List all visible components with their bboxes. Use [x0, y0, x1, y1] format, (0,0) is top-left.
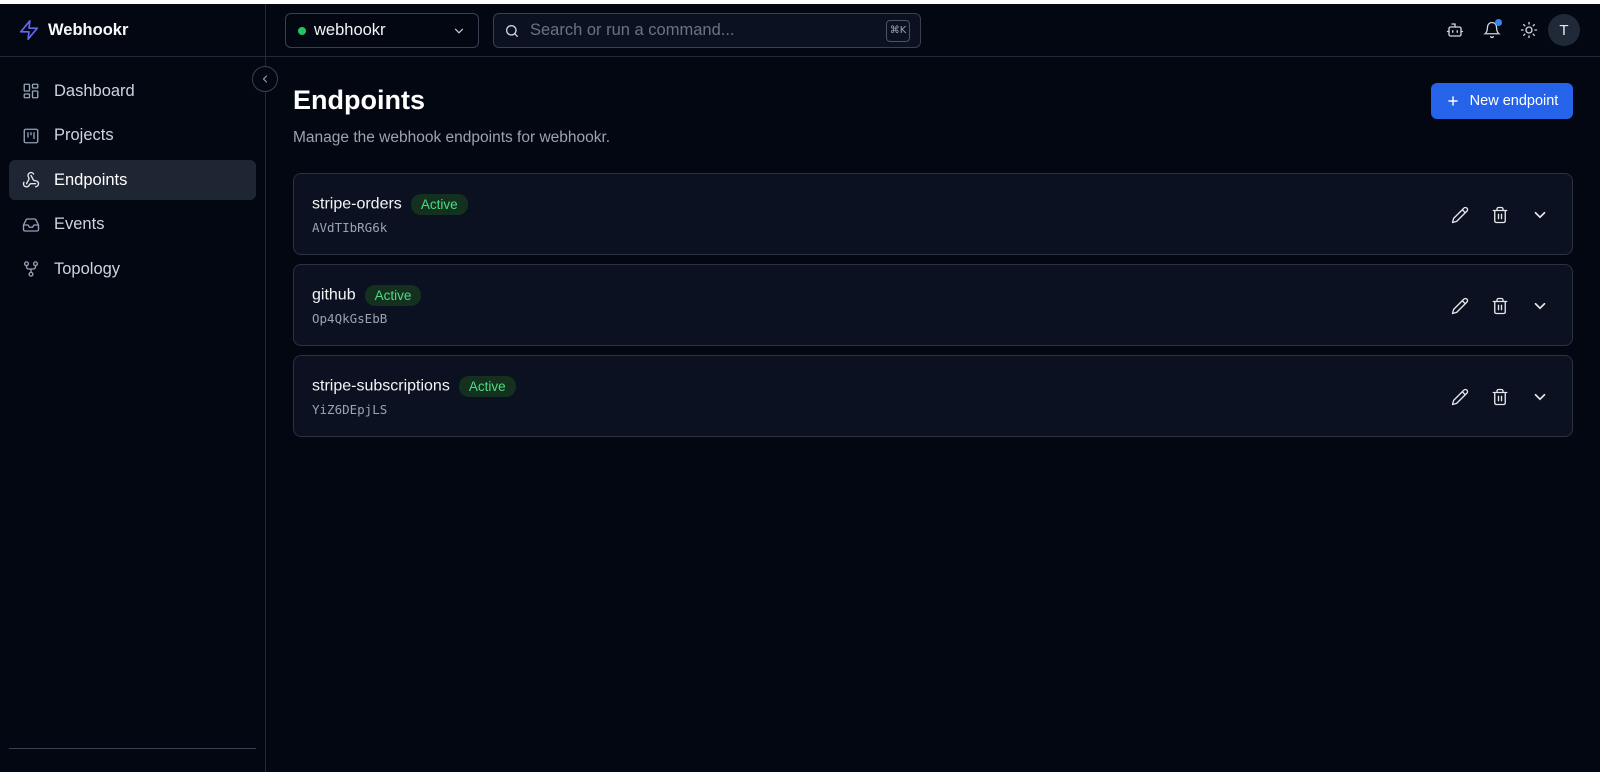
- sidebar-item-label: Events: [54, 215, 105, 233]
- kanban-icon: [23, 128, 39, 143]
- sidebar: Webhookr Dashboard Projects Endpoints Ev…: [0, 4, 266, 772]
- sun-icon: [1520, 21, 1538, 39]
- delete-button[interactable]: [1488, 294, 1512, 318]
- search-icon: [506, 24, 518, 37]
- bot-icon: [1446, 23, 1464, 37]
- endpoint-id: Op4QkGsEbB: [312, 311, 388, 326]
- edit-button[interactable]: [1448, 203, 1472, 227]
- brand[interactable]: Webhookr: [0, 4, 265, 57]
- app-window: Webhookr Dashboard Projects Endpoints Ev…: [0, 4, 1600, 772]
- zap-icon: [19, 20, 39, 40]
- sidebar-item-label: Topology: [54, 259, 121, 278]
- endpoint-row[interactable]: stripe-orders Active AVdTIbRG6k: [293, 173, 1573, 255]
- sidebar-item-label: Dashboard: [54, 81, 135, 100]
- status-badge: Active: [364, 285, 422, 306]
- collapse-sidebar-button[interactable]: [252, 66, 278, 92]
- notification-dot: [1495, 19, 1502, 26]
- trash-icon: [1492, 206, 1508, 224]
- chevron-down-icon: [1534, 302, 1546, 310]
- brand-name: Webhookr: [48, 20, 129, 39]
- status-badge: Active: [458, 376, 516, 397]
- sidebar-item-topology[interactable]: Topology: [9, 249, 256, 289]
- git-fork-icon: [23, 261, 39, 277]
- pencil-icon: [1451, 388, 1469, 406]
- page-title: Endpoints: [293, 85, 425, 115]
- plus-icon: [1447, 96, 1458, 106]
- endpoint-name: github: [312, 286, 356, 304]
- sidebar-item-label: Endpoints: [54, 170, 128, 189]
- expand-button[interactable]: [1528, 385, 1552, 409]
- pencil-icon: [1451, 297, 1469, 315]
- endpoint-row[interactable]: stripe-subscriptions Active YiZ6DEpjLS: [293, 355, 1573, 437]
- endpoint-actions: [1432, 203, 1552, 227]
- main-content: Endpoints Manage the webhook endpoints f…: [266, 57, 1600, 772]
- shortcut-hint: ⌘K: [886, 19, 910, 42]
- layout-dashboard-icon: [23, 83, 39, 99]
- theme-toggle[interactable]: [1517, 18, 1541, 42]
- webhook-icon: [22, 171, 40, 188]
- project-selector[interactable]: webhookr: [285, 13, 479, 48]
- topbar: webhookr ⌘K T: [266, 4, 1600, 57]
- endpoint-actions: [1432, 385, 1552, 409]
- sidebar-item-label: Projects: [54, 126, 114, 144]
- sidebar-item-projects[interactable]: Projects: [9, 116, 256, 156]
- chevron-down-icon: [1534, 211, 1546, 219]
- edit-button[interactable]: [1448, 294, 1472, 318]
- chevron-left-icon: [262, 75, 268, 83]
- endpoint-id: YiZ6DEpjLS: [312, 402, 388, 417]
- page-subtitle: Manage the webhook endpoints for webhook…: [293, 129, 611, 146]
- pencil-icon: [1451, 206, 1469, 224]
- delete-button[interactable]: [1488, 385, 1512, 409]
- command-search[interactable]: ⌘K: [493, 13, 921, 48]
- inbox-icon: [22, 217, 40, 232]
- sidebar-nav: Dashboard Projects Endpoints Events Topo…: [0, 57, 265, 289]
- endpoint-name: stripe-subscriptions: [312, 377, 450, 395]
- sidebar-item-dashboard[interactable]: Dashboard: [9, 71, 256, 111]
- endpoint-id: AVdTIbRG6k: [312, 220, 388, 235]
- endpoint-row[interactable]: github Active Op4QkGsEbB: [293, 264, 1573, 346]
- search-input[interactable]: [530, 21, 886, 40]
- edit-button[interactable]: [1448, 385, 1472, 409]
- chevron-down-icon: [1534, 393, 1546, 401]
- project-name: webhookr: [314, 21, 386, 39]
- endpoint-actions: [1432, 294, 1552, 318]
- new-endpoint-button[interactable]: New endpoint: [1431, 83, 1573, 119]
- expand-button[interactable]: [1528, 203, 1552, 227]
- new-endpoint-label: New endpoint: [1469, 93, 1559, 109]
- trash-icon: [1492, 297, 1508, 315]
- endpoint-list: stripe-orders Active AVdTIbRG6k github Act…: [293, 173, 1573, 446]
- status-badge: Active: [410, 194, 468, 215]
- expand-button[interactable]: [1528, 294, 1552, 318]
- delete-button[interactable]: [1488, 203, 1512, 227]
- notifications-button[interactable]: [1480, 18, 1504, 42]
- bot-button[interactable]: [1443, 18, 1467, 42]
- trash-icon: [1492, 388, 1508, 406]
- avatar[interactable]: T: [1548, 14, 1580, 46]
- sidebar-item-endpoints[interactable]: Endpoints: [9, 160, 256, 200]
- project-status-dot: [298, 26, 306, 35]
- sidebar-item-events[interactable]: Events: [9, 205, 256, 245]
- sidebar-footer-divider: [9, 748, 256, 749]
- chevron-down-icon: [454, 28, 464, 34]
- endpoint-name: stripe-orders: [312, 195, 402, 213]
